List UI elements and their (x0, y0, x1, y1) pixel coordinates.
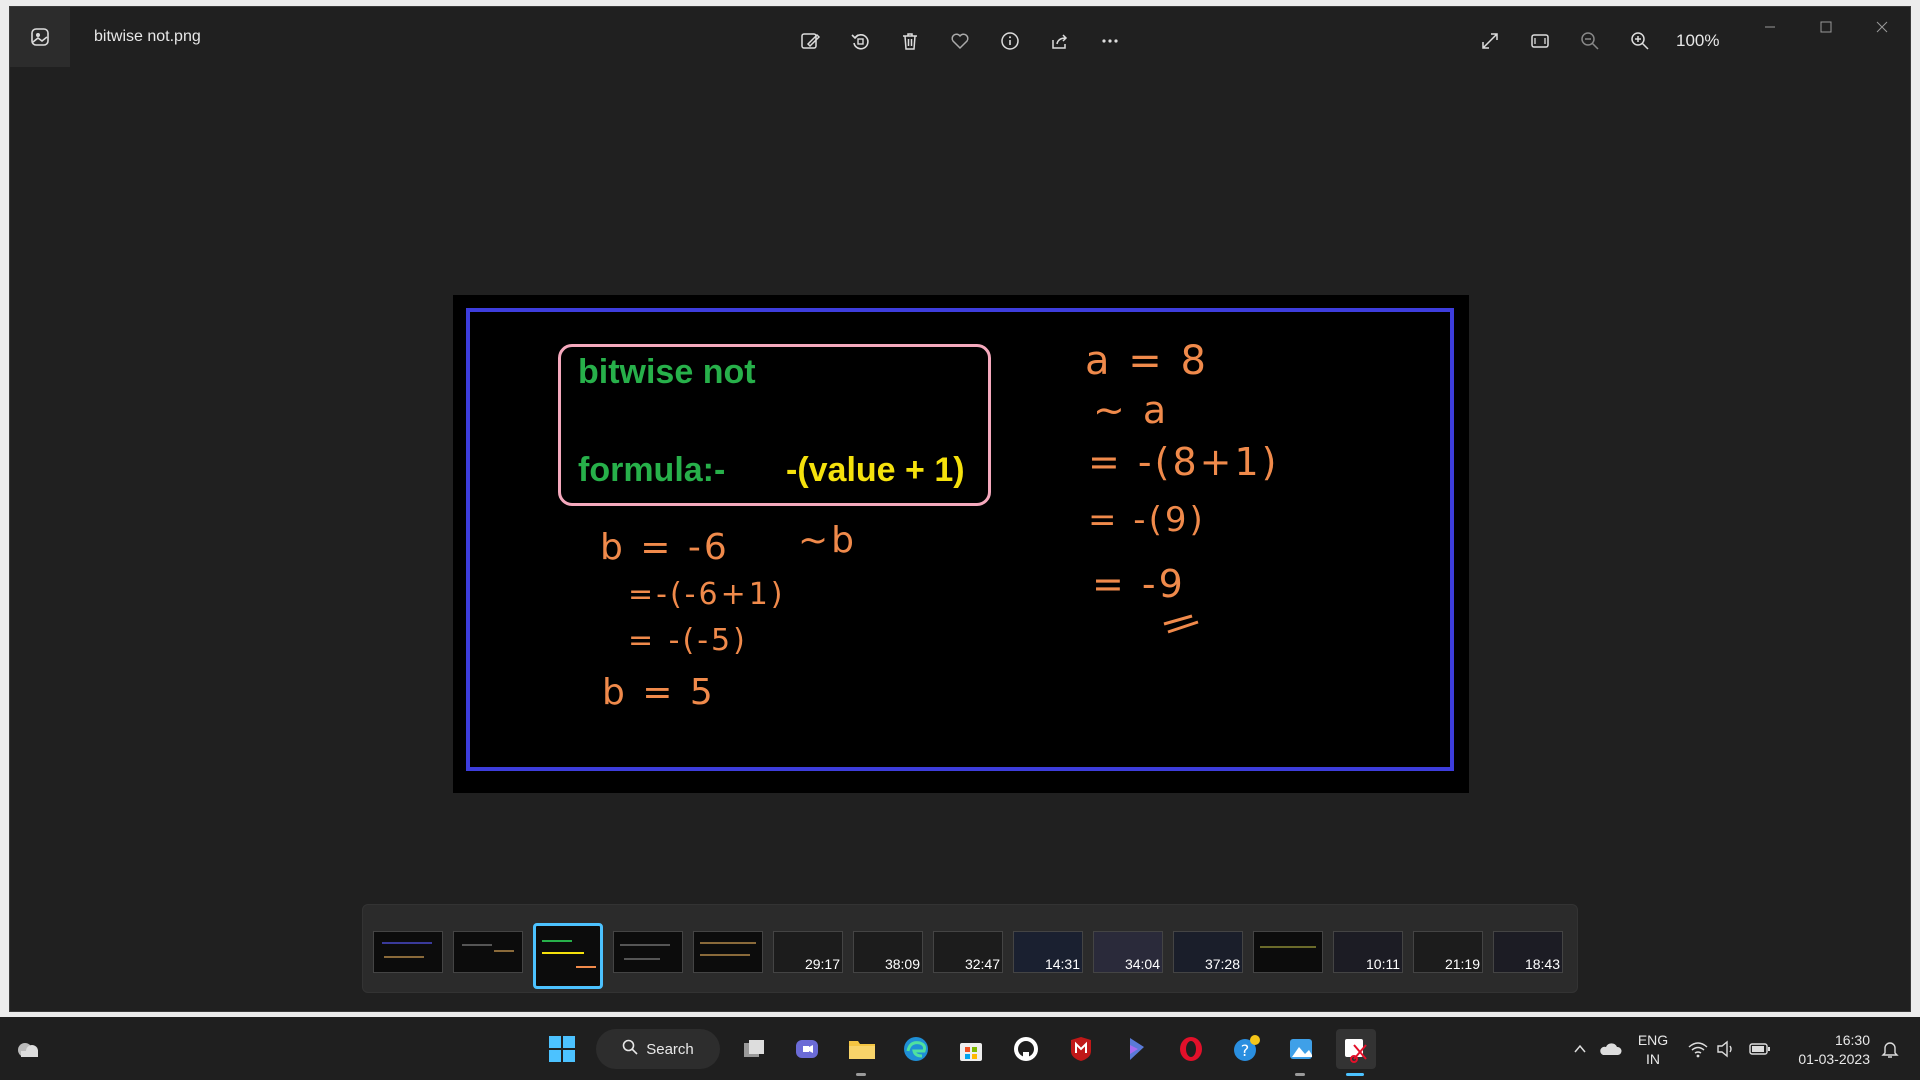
formula-value: -(value + 1) (786, 451, 965, 489)
filmstrip-thumb[interactable]: 21:19 (1413, 931, 1483, 973)
running-indicator (1295, 1073, 1305, 1076)
start-icon[interactable] (542, 1029, 582, 1069)
filmstrip-thumb[interactable] (613, 931, 683, 973)
keyboard-region: IN (1646, 1051, 1660, 1067)
filmstrip-thumb[interactable] (1253, 931, 1323, 973)
slide-border: bitwise not formula:- -(value + 1) b = -… (466, 308, 1454, 771)
displayed-image: bitwise not formula:- -(value + 1) b = -… (453, 295, 1469, 793)
notifications-icon[interactable] (1870, 1029, 1910, 1069)
fit-to-window-icon[interactable] (1520, 21, 1560, 61)
battery-icon[interactable] (1740, 1029, 1780, 1069)
photos-app-icon[interactable] (1281, 1029, 1321, 1069)
bing-copilot-icon[interactable] (1116, 1029, 1156, 1069)
filmstrip-thumb[interactable]: 38:09 (853, 931, 923, 973)
video-duration: 29:17 (804, 956, 840, 972)
teams-chat-icon[interactable] (787, 1029, 827, 1069)
weather-icon[interactable] (8, 1029, 48, 1069)
active-indicator (1346, 1073, 1364, 1076)
minimize-icon[interactable] (1742, 7, 1798, 47)
view-controls: 100% (1470, 21, 1719, 61)
filmstrip-thumb[interactable]: 18:43 (1493, 931, 1563, 973)
image-toolbar (790, 21, 1130, 61)
handwriting-right-4: = -(9) (1088, 500, 1206, 540)
filmstrip-thumb[interactable]: 14:31 (1013, 931, 1083, 973)
photos-window: bitwise not.png 100% bitwise not formula… (9, 6, 1911, 1012)
video-duration: 38:09 (884, 956, 920, 972)
taskbar: Search ? ENG IN 16:30 01-03-2023 (0, 1017, 1920, 1080)
video-duration: 21:19 (1444, 956, 1480, 972)
github-icon[interactable] (1006, 1029, 1046, 1069)
filmstrip-thumb-selected[interactable] (533, 923, 603, 989)
edit-image-icon[interactable] (790, 21, 830, 61)
window-title: bitwise not.png (94, 28, 201, 45)
filmstrip-thumb[interactable] (693, 931, 763, 973)
handwriting-right-3: = -(8+1) (1088, 440, 1280, 484)
filmstrip-thumb[interactable]: 32:47 (933, 931, 1003, 973)
taskbar-search-button[interactable]: Search (596, 1029, 720, 1069)
zoom-out-icon[interactable] (1570, 21, 1610, 61)
rotate-icon[interactable] (840, 21, 880, 61)
clock-time: 16:30 (1834, 1032, 1870, 1048)
snipping-tool-icon[interactable] (1336, 1029, 1376, 1069)
handwriting-left-2: ~b (798, 520, 858, 561)
handwriting-left-4: = -(-5) (628, 623, 748, 658)
svg-text:?: ? (1241, 1041, 1250, 1060)
favorite-icon[interactable] (940, 21, 980, 61)
formula-box: bitwise not formula:- -(value + 1) (558, 344, 991, 506)
filmstrip-thumb[interactable]: 37:28 (1173, 931, 1243, 973)
window-controls (1742, 7, 1910, 47)
mcafee-icon[interactable] (1061, 1029, 1101, 1069)
info-icon[interactable] (990, 21, 1030, 61)
running-indicator (856, 1073, 866, 1076)
double-underline-mark (1163, 614, 1199, 634)
title-bar: bitwise not.png 100% (10, 7, 1910, 73)
task-view-icon[interactable] (734, 1029, 774, 1069)
filmstrip-thumb[interactable]: 34:04 (1093, 931, 1163, 973)
language-code: ENG (1637, 1032, 1669, 1048)
filmstrip: 29:17 38:09 32:47 14:31 34:04 37:28 10:1… (362, 904, 1578, 993)
video-duration: 14:31 (1044, 956, 1080, 972)
slide-heading: bitwise not (578, 353, 756, 391)
delete-icon[interactable] (890, 21, 930, 61)
share-icon[interactable] (1040, 21, 1080, 61)
search-label: Search (646, 1040, 694, 1058)
formula-label: formula:- (578, 451, 726, 489)
filmstrip-thumb[interactable] (453, 931, 523, 973)
more-icon[interactable] (1090, 21, 1130, 61)
handwriting-left-1: b = -6 (600, 527, 730, 568)
close-icon[interactable] (1854, 7, 1910, 47)
video-duration: 37:28 (1204, 956, 1240, 972)
file-explorer-icon[interactable] (842, 1029, 882, 1069)
maximize-icon[interactable] (1798, 7, 1854, 47)
handwriting-left-5: b = 5 (602, 672, 716, 713)
video-duration: 34:04 (1124, 956, 1160, 972)
language-indicator[interactable]: ENG IN (1633, 1031, 1673, 1069)
photos-app-icon (10, 7, 70, 67)
handwriting-right-1: a = 8 (1085, 338, 1209, 384)
microsoft-store-icon[interactable] (951, 1029, 991, 1069)
video-duration: 32:47 (964, 956, 1000, 972)
get-help-icon[interactable]: ? (1226, 1029, 1266, 1069)
fullscreen-icon[interactable] (1470, 21, 1510, 61)
edge-browser-icon[interactable] (896, 1029, 936, 1069)
opera-browser-icon[interactable] (1171, 1029, 1211, 1069)
clock[interactable]: 16:30 01-03-2023 (1786, 1031, 1870, 1069)
zoom-level[interactable]: 100% (1676, 31, 1719, 51)
video-duration: 10:11 (1366, 956, 1400, 972)
handwriting-left-3: =-(-6+1) (628, 577, 786, 612)
clock-date: 01-03-2023 (1798, 1051, 1870, 1067)
search-icon (622, 1039, 638, 1059)
zoom-in-icon[interactable] (1620, 21, 1660, 61)
filmstrip-thumb[interactable] (373, 931, 443, 973)
handwriting-right-2: ~ a (1093, 388, 1170, 432)
onedrive-icon[interactable] (1590, 1029, 1630, 1069)
video-duration: 18:43 (1524, 956, 1560, 972)
handwriting-right-5: = -9 (1092, 562, 1186, 606)
filmstrip-thumb[interactable]: 10:11 (1333, 931, 1403, 973)
filmstrip-thumb[interactable]: 29:17 (773, 931, 843, 973)
